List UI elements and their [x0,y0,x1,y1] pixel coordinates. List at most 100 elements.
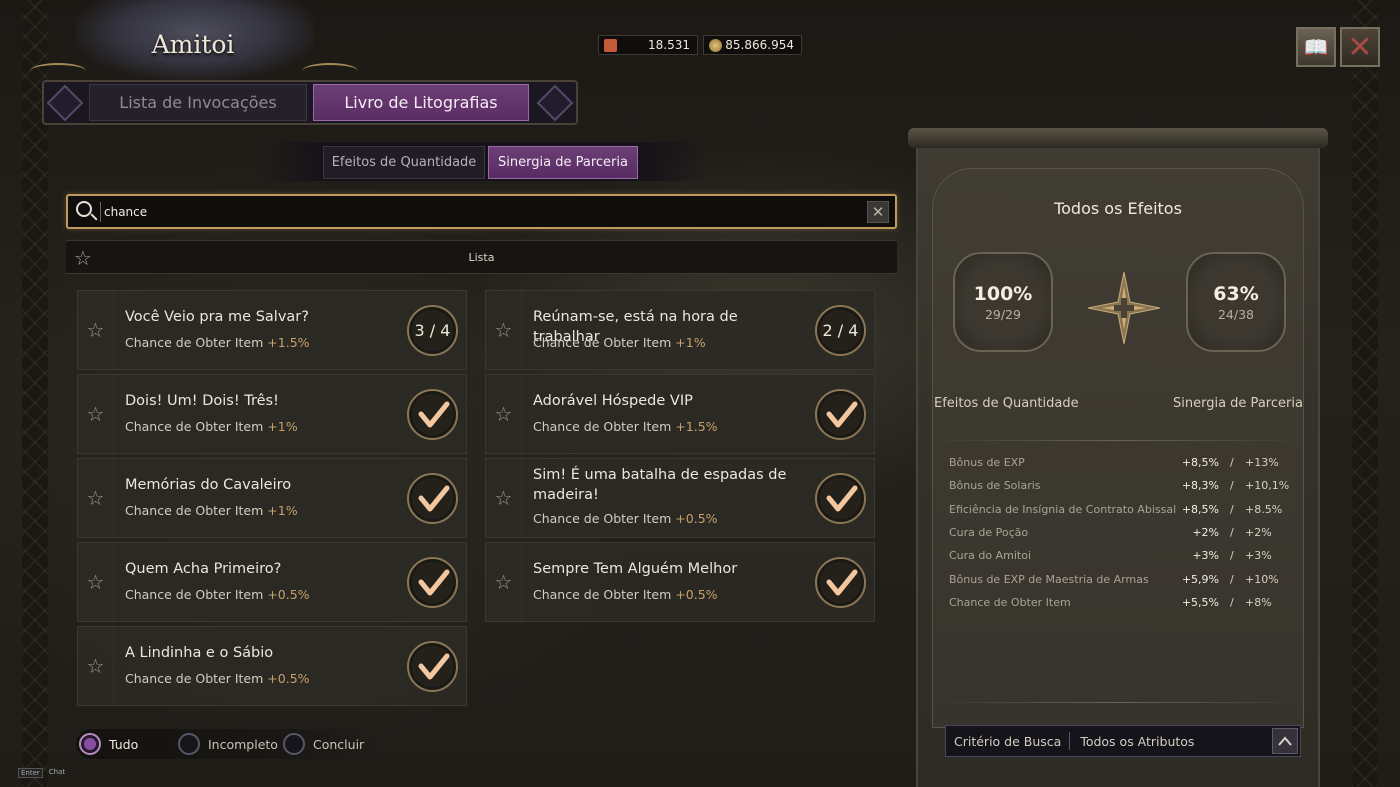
stat-row: Bônus de Solaris +8,3% / +10,1% [949,479,1309,497]
card-effect: Chance de Obter Item +0.5% [125,671,310,686]
stat-separator: / [1230,525,1234,539]
stat-value-b: +2% [1245,525,1272,539]
lithograph-card[interactable]: ☆ Sim! É uma batalha de espadas de madeir… [485,458,875,538]
lithograph-card[interactable]: ☆ Sempre Tem Alguém Melhor Chance de Obter… [485,542,875,622]
panel-title: Todos os Efeitos [1054,199,1182,218]
card-effect: Chance de Obter Item +0.5% [533,587,718,602]
stat-row: Chance de Obter Item +5,5% / +8% [949,596,1309,614]
partner-synergy-ring: 63% 24/38 [1186,252,1286,352]
synergy-count: 24/38 [1217,306,1255,322]
lithograph-card[interactable]: ☆ Adorável Hóspede VIP Chance de Obter Ite… [485,374,875,454]
book-icon: 📖 [1303,35,1329,59]
card-name: Adorável Hóspede VIP [533,393,693,409]
favorite-filter-star-icon[interactable]: ☆ [74,246,92,270]
favorite-star-icon[interactable]: ☆ [78,627,114,705]
stat-value-a: +5,5% [1181,595,1219,609]
completed-check-icon [815,389,866,440]
stat-value-a: +8,5% [1181,456,1219,469]
card-effect-value: +0.5% [675,587,718,602]
ticket-icon [604,39,617,52]
stat-name: Bônus de Solaris [949,479,1041,493]
progress-badge: 2 / 4 [815,305,866,356]
stat-separator: / [1230,502,1234,516]
filter-incompleto[interactable]: Incompleto [178,733,278,755]
favorite-star-icon[interactable]: ☆ [486,375,522,453]
quantity-effects-label: Efeitos de Quantidade [934,396,1079,411]
favorite-star-icon[interactable]: ☆ [78,375,114,453]
chevron-up-icon[interactable] [1272,728,1298,754]
compass-icon [1088,272,1160,344]
page-title: Amitoi [151,30,235,59]
lithograph-card[interactable]: ☆ Quem Acha Primeiro? Chance de Obter Item… [77,542,467,622]
currency-ticket: 18.531 [598,35,698,55]
close-icon: ✕ [1347,29,1373,65]
card-effect-label: Chance de Obter Item [533,335,672,350]
quantity-percent: 100% [973,282,1033,305]
card-effect-label: Chance de Obter Item [125,419,264,434]
list-header: ☆ Lista [66,240,897,274]
currency-gold: 85.866.954 [703,35,802,55]
card-effect: Chance de Obter Item +0.5% [125,587,310,602]
left-swirl-ornament [30,63,86,79]
quantity-count: 29/29 [984,306,1022,322]
filter-label: Tudo [109,736,139,752]
right-border-ornament [1352,0,1378,787]
stat-value-a: +3% [1192,549,1219,563]
completed-check-icon [407,557,458,608]
stat-value-b: +8% [1245,595,1272,609]
card-name: A Lindinha e o Sábio [125,645,274,661]
stat-row: Bônus de EXP +8,5% / +13% [949,456,1309,474]
stat-value-a: +8,5% [1181,502,1219,516]
lithograph-card[interactable]: ☆ A Lindinha e o Sábio Chance de Obter Ite… [77,626,467,706]
card-name: Você Veio pra me Salvar? [125,309,309,325]
card-effect: Chance de Obter Item +1% [125,419,298,434]
card-effect: Chance de Obter Item +1.5% [533,419,718,434]
stat-name: Eficiência de Insígnia de Contrato Abiss… [949,502,1177,516]
list-header-label: Lista [468,250,495,264]
card-effect: Chance de Obter Item +1% [125,503,298,518]
currency-gold-value: 85.866.954 [725,38,794,52]
lithograph-card[interactable]: ☆ Reúnam-se, está na hora de trabalhar Cha… [485,290,875,370]
diamond-ornament [536,84,574,122]
close-button[interactable]: ✕ [1340,27,1380,67]
favorite-star-icon[interactable]: ☆ [78,291,114,369]
completed-check-icon [815,473,866,524]
progress-badge: 3 / 4 [407,305,458,356]
stat-value-b: +10% [1245,572,1279,586]
subtab-efeitos-de-quantidade[interactable]: Efeitos de Quantidade [323,146,485,179]
favorite-star-icon[interactable]: ☆ [486,291,522,369]
guide-book-button[interactable]: 📖 [1296,27,1336,67]
card-effect-value: +1% [675,335,706,350]
radio-icon [178,733,200,755]
search-criteria-dropdown[interactable]: Critério de Busca Todos os Atributos [945,725,1301,757]
filter-concluir[interactable]: Concluir [283,733,364,755]
divider [932,702,1304,703]
card-name: Dois! Um! Dois! Três! [125,393,279,409]
lithograph-card[interactable]: ☆ Você Veio pra me Salvar? Chance de Obter… [77,290,467,370]
lithograph-card[interactable]: ☆ Dois! Um! Dois! Três! Chance de Obter It… [77,374,467,454]
subtab-sinergia-de-parceria[interactable]: Sinergia de Parceria [488,146,638,179]
radio-selected-icon [79,733,101,755]
stat-separator: / [1230,549,1234,563]
tab-lista-de-invocacoes[interactable]: Lista de Invocações [89,84,307,121]
search-input[interactable] [104,199,864,224]
card-effect-value: +0.5% [267,587,310,602]
favorite-star-icon[interactable]: ☆ [78,459,114,537]
filter-tudo[interactable]: Tudo [79,733,138,755]
tab-livro-de-litografias[interactable]: Livro de Litografias [313,84,529,121]
stat-value-b: +8.5% [1245,502,1283,516]
card-effect-label: Chance de Obter Item [125,335,264,350]
favorite-star-icon[interactable]: ☆ [486,543,522,621]
card-effect-label: Chance de Obter Item [533,511,672,526]
stat-value-a: +5,9% [1181,572,1219,586]
stat-separator: / [1230,595,1234,609]
favorite-star-icon[interactable]: ☆ [78,543,114,621]
completed-check-icon [407,389,458,440]
clear-search-button[interactable]: ✕ [867,201,889,223]
card-effect-value: +0.5% [675,511,718,526]
card-name: Sim! É uma batalha de espadas de madeira… [533,467,787,503]
favorite-star-icon[interactable]: ☆ [486,459,522,537]
stat-value-b: +10,1% [1245,479,1290,493]
lithograph-card[interactable]: ☆ Memórias do Cavaleiro Chance de Obter It… [77,458,467,538]
diamond-ornament [46,84,84,122]
